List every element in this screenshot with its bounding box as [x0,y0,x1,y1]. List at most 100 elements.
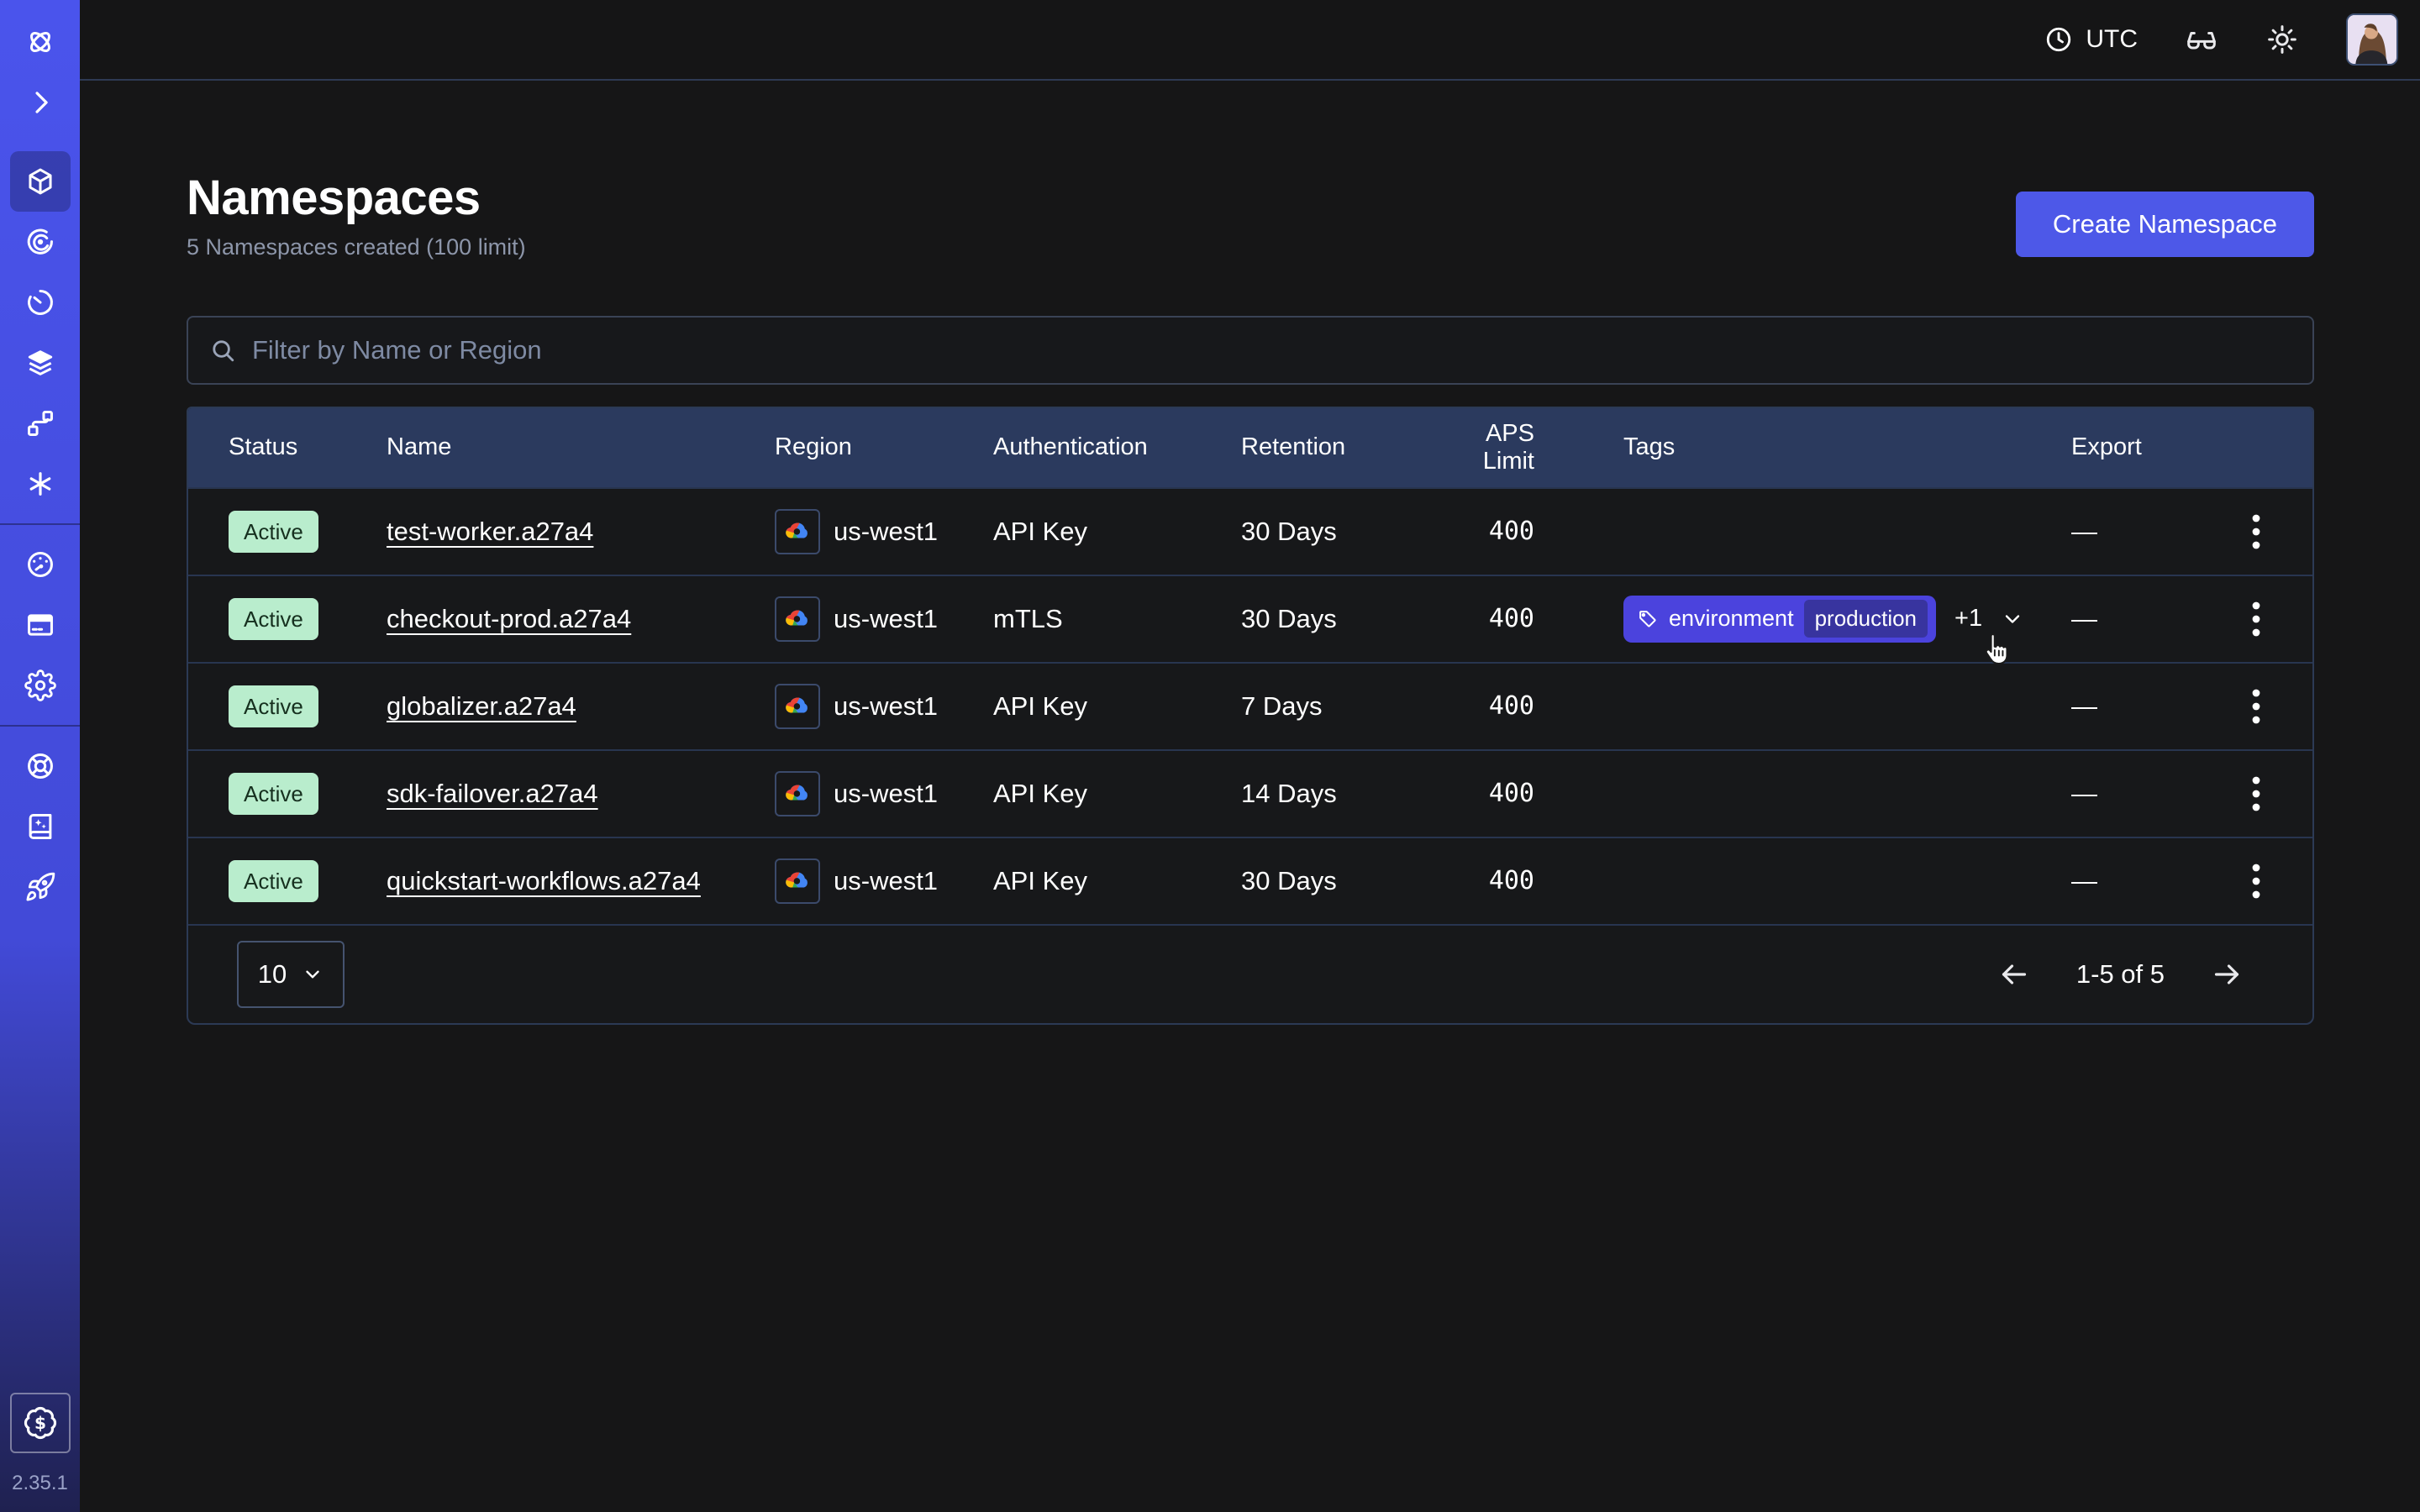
table-row: Active globalizer.a27a4 us-west1 API Key… [188,662,2312,749]
credits-dollar-badge-icon[interactable]: $ [10,1393,71,1453]
create-namespace-button[interactable]: Create Namespace [2016,192,2314,257]
app-version: 2.35.1 [12,1472,68,1495]
column-header-aps-limit: APS Limit [1431,420,1534,475]
sidebar-item-settings[interactable] [10,655,71,716]
sidebar-item-schedules[interactable] [10,272,71,333]
gcp-region-icon [775,771,820,816]
table-row: Active test-worker.a27a4 us-west1 API Ke… [188,487,2312,575]
temporal-logo[interactable] [10,12,71,72]
sidebar-divider [0,725,80,727]
namespace-link[interactable]: test-worker.a27a4 [387,517,593,546]
sidebar-item-getting-started[interactable] [10,857,71,917]
labs-glasses-icon[interactable] [2185,23,2218,56]
aps-limit-value: 400 [1431,604,1534,633]
filter-bar [187,316,2314,385]
workflows-swirl-icon [24,226,56,258]
namespace-link[interactable]: globalizer.a27a4 [387,691,576,721]
status-badge: Active [229,685,318,727]
timezone-selector[interactable]: UTC [2044,24,2138,55]
retention-label: 30 Days [1241,604,1431,634]
kebab-icon [2252,775,2260,812]
namespace-link[interactable]: checkout-prod.a27a4 [387,604,631,633]
sidebar: $ 2.35.1 [0,0,80,1512]
tag-more-count[interactable]: +1 [1954,605,1982,633]
region-label: us-west1 [834,866,938,896]
row-menu-button[interactable] [2244,767,2269,821]
status-badge: Active [229,511,318,553]
filter-input[interactable] [252,335,2292,365]
arrow-right-icon [2210,958,2244,991]
usage-gauge-icon [24,549,56,580]
next-page-button[interactable] [2207,954,2247,995]
sidebar-item-usage[interactable] [10,534,71,595]
namespaces-cube-icon [24,165,56,197]
column-header-region: Region [775,433,993,461]
nexus-asterisk-icon [24,468,56,500]
row-menu-button[interactable] [2244,592,2269,646]
region-label: us-west1 [834,691,938,722]
billing-card-icon [24,609,56,641]
sidebar-item-batch-operations[interactable] [10,333,71,393]
arrow-left-icon [1997,958,2031,991]
sidebar-item-deployments[interactable] [10,393,71,454]
auth-label: API Key [993,866,1241,896]
user-avatar[interactable] [2346,13,2398,66]
region-label: us-west1 [834,517,938,547]
schedules-timer-icon [24,286,56,318]
gcp-region-icon [775,858,820,904]
sidebar-item-namespaces[interactable] [10,151,71,212]
auth-label: API Key [993,779,1241,809]
export-value: — [2065,866,2199,896]
gcp-region-icon [775,684,820,729]
clock-icon [2044,24,2074,55]
tag-expand-button[interactable] [2001,607,2024,631]
row-menu-button[interactable] [2244,680,2269,733]
sidebar-item-nexus[interactable] [10,454,71,514]
page-size-value: 10 [258,959,287,990]
previous-page-button[interactable] [1994,954,2034,995]
aps-limit-value: 400 [1431,866,1534,895]
sidebar-item-workflows[interactable] [10,212,71,272]
sidebar-item-docs[interactable] [10,796,71,857]
tag-value: production [1804,600,1928,638]
kebab-icon [2252,688,2260,725]
table-footer: 10 1-5 of 5 [188,924,2312,1023]
page-size-select[interactable]: 10 [237,941,345,1008]
namespace-link[interactable]: quickstart-workflows.a27a4 [387,866,701,895]
table-row: Active sdk-failover.a27a4 us-west1 API K… [188,749,2312,837]
tag-icon [1637,608,1659,630]
column-header-retention: Retention [1241,433,1431,461]
sidebar-expand-chevron-right-icon[interactable] [10,72,71,133]
theme-sun-icon[interactable] [2265,23,2299,56]
row-menu-button[interactable] [2244,505,2269,559]
search-icon [208,336,237,365]
page-subtitle: 5 Namespaces created (100 limit) [187,234,526,260]
status-badge: Active [229,598,318,640]
page-header: Namespaces 5 Namespaces created (100 lim… [187,173,2314,260]
chevron-down-icon [2001,607,2024,631]
main-content: Namespaces 5 Namespaces created (100 lim… [80,0,2420,1025]
deployments-branch-icon [24,407,56,439]
table-row: Active checkout-prod.a27a4 us-west1 mTLS… [188,575,2312,662]
sidebar-item-support[interactable] [10,736,71,796]
auth-label: API Key [993,517,1241,547]
export-value: — [2065,779,2199,809]
kebab-icon [2252,863,2260,900]
gcp-region-icon [775,596,820,642]
pagination-range-label: 1-5 of 5 [2076,959,2165,990]
tag-key: environment [1669,606,1794,632]
column-header-tags: Tags [1534,433,2065,461]
auth-label: API Key [993,691,1241,722]
column-header-status: Status [229,433,387,461]
gcp-region-icon [775,509,820,554]
namespace-link[interactable]: sdk-failover.a27a4 [387,779,598,808]
row-menu-button[interactable] [2244,854,2269,908]
sidebar-item-billing[interactable] [10,595,71,655]
tag-chip[interactable]: environment production [1623,596,1936,643]
timezone-label: UTC [2086,25,2138,54]
retention-label: 30 Days [1241,866,1431,896]
aps-limit-value: 400 [1431,691,1534,721]
table-header-row: Status Name Region Authentication Retent… [188,408,2312,487]
retention-label: 30 Days [1241,517,1431,547]
page-title: Namespaces [187,173,526,224]
